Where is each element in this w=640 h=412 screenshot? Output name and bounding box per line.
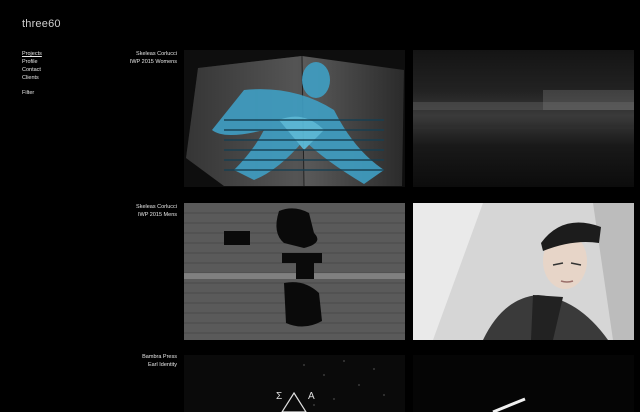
nav-item-projects[interactable]: Projects bbox=[22, 50, 42, 58]
site-logo[interactable]: three60 bbox=[22, 18, 61, 30]
project-thumbnail[interactable] bbox=[413, 50, 634, 187]
project-thumbnail[interactable] bbox=[413, 203, 634, 340]
project-title[interactable]: Skeleas Corlucci IWP 2015 Womens bbox=[87, 51, 177, 66]
nav-item-contact[interactable]: Contact bbox=[22, 66, 42, 74]
project-name: IWP 2015 Mens bbox=[137, 211, 177, 218]
project-title[interactable]: Bambra Press Earl Identity bbox=[87, 354, 177, 369]
project-thumbnail[interactable] bbox=[184, 203, 405, 340]
glitch-portrait-image bbox=[184, 203, 405, 340]
blurred-photo bbox=[413, 90, 634, 129]
project-title[interactable]: Skeleas Corlucci IWP 2015 Mens bbox=[87, 204, 177, 219]
model-portrait-image bbox=[413, 203, 634, 340]
project-name: IWP 2015 Womens bbox=[129, 58, 177, 65]
filter-link[interactable]: Filter bbox=[22, 89, 42, 97]
main-nav: Projects Profile Contact Clients Filter bbox=[22, 50, 42, 97]
fashion-magazine-image bbox=[184, 50, 405, 187]
nav-item-profile[interactable]: Profile bbox=[22, 58, 42, 66]
nav-item-clients[interactable]: Clients bbox=[22, 74, 42, 82]
glyph-alpha: Α bbox=[308, 391, 315, 402]
project-client: Skeleas Corlucci bbox=[136, 51, 177, 57]
project-thumbnail[interactable]: Σ Α bbox=[184, 355, 405, 412]
project-thumbnail[interactable] bbox=[184, 50, 405, 187]
project-thumbnail[interactable] bbox=[413, 355, 634, 412]
abstract-line-image bbox=[413, 355, 634, 412]
glyph-sigma: Σ bbox=[276, 391, 282, 402]
project-name: Earl Identity bbox=[147, 361, 177, 368]
project-client: Bambra Press bbox=[142, 354, 177, 360]
identity-logo-image: Σ Α bbox=[184, 355, 405, 412]
project-client: Skeleas Corlucci bbox=[136, 204, 177, 210]
